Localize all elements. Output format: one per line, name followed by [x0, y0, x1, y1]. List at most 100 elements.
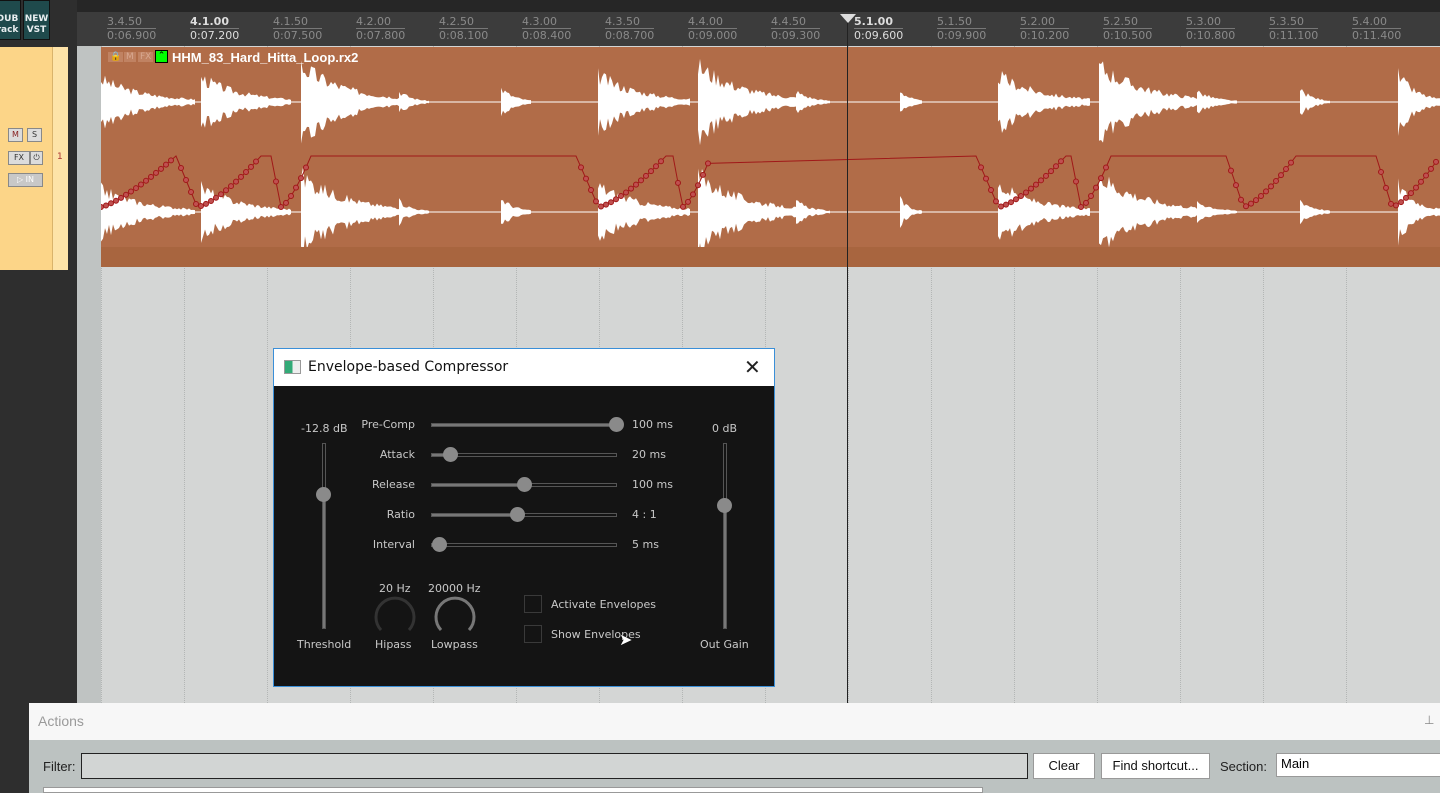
- input-monitor-button[interactable]: ▷ IN: [8, 173, 43, 187]
- new-vst-button[interactable]: NEW VST: [23, 0, 50, 40]
- envelope-point: [298, 175, 304, 182]
- envelope-point: [648, 168, 654, 175]
- envelope-point: [593, 198, 599, 205]
- track-number-column: 1: [52, 47, 68, 270]
- envelope-point: [1413, 184, 1419, 191]
- envelope-point: [178, 165, 184, 171]
- beat-label: 4.1.00: [190, 15, 229, 28]
- envelope-point: [623, 189, 629, 196]
- mute-button[interactable]: M: [8, 128, 23, 142]
- envelope-point: [643, 172, 649, 179]
- envelope-point: [1258, 193, 1264, 200]
- outgain-label: Out Gain: [700, 638, 749, 651]
- activate-envelopes-checkbox[interactable]: [524, 595, 542, 613]
- dialog-title: Envelope-based Compressor: [308, 359, 509, 375]
- envelope-point: [705, 160, 711, 167]
- interval-slider[interactable]: [431, 537, 617, 552]
- lowpass-knob[interactable]: [433, 596, 477, 636]
- solo-button[interactable]: S: [27, 128, 42, 142]
- envelope-point: [695, 182, 701, 189]
- envelope-point: [1393, 202, 1399, 209]
- waveform-peak: [900, 92, 922, 112]
- envelope-point: [218, 191, 224, 198]
- envelope-point: [243, 168, 249, 175]
- envelope-point: [638, 177, 644, 184]
- pre-comp-slider[interactable]: [431, 417, 624, 432]
- item-name: HHM_83_Hard_Hitta_Loop.rx2: [172, 50, 359, 65]
- hipass-knob[interactable]: [373, 596, 417, 636]
- envelope-point: [1058, 158, 1064, 165]
- attack-slider[interactable]: [431, 447, 617, 462]
- filter-input[interactable]: [81, 753, 1028, 779]
- beat-label: 5.4.00: [1352, 15, 1387, 28]
- envelope-point: [238, 173, 244, 180]
- clear-button[interactable]: Clear: [1033, 753, 1095, 779]
- envelope-point: [1283, 166, 1289, 173]
- envelope-point: [1083, 199, 1089, 206]
- waveform-peak: [399, 91, 429, 113]
- fx-button[interactable]: FX: [8, 151, 30, 165]
- media-item[interactable]: [98, 47, 1440, 267]
- item-fx-badge[interactable]: FX: [138, 52, 154, 62]
- hipass-label: Hipass: [375, 638, 412, 651]
- envelope-point: [1388, 200, 1394, 207]
- envelope-point: [118, 194, 124, 201]
- envelope-point: [998, 203, 1004, 210]
- waveform-peak: [1398, 67, 1440, 137]
- beat-label: 4.4.50: [771, 15, 806, 28]
- lowpass-label: Lowpass: [431, 638, 478, 651]
- envelope-point: [1093, 184, 1099, 191]
- envelope-point: [978, 164, 984, 171]
- envelope-point: [1038, 177, 1044, 184]
- time-label: 0:06.900: [107, 28, 157, 42]
- actions-list[interactable]: [43, 787, 983, 793]
- envelope-point: [603, 201, 609, 208]
- show-envelopes-checkbox[interactable]: [524, 625, 542, 643]
- lowpass-value: 20000 Hz: [428, 582, 481, 595]
- section-select[interactable]: Main: [1276, 753, 1440, 777]
- in-label: IN: [25, 175, 35, 184]
- envelope-point: [1003, 201, 1009, 208]
- timeline-ruler[interactable]: 3.4.50 0:06.900 4.1.00 0:07.200 4.1.50 0:07.5…: [77, 12, 1440, 46]
- envelope-point: [248, 163, 254, 170]
- slider-value: 20 ms: [632, 448, 666, 461]
- time-label: 0:07.800: [356, 28, 406, 42]
- beat-label: 4.4.00: [688, 15, 723, 28]
- envelope-point: [1398, 199, 1404, 206]
- envelope-point: [163, 161, 169, 168]
- envelope-point: [223, 187, 229, 194]
- envelope-point: [213, 194, 219, 201]
- beat-label: 4.2.00: [356, 15, 391, 28]
- pin-icon[interactable]: ⊥: [1424, 713, 1434, 727]
- beat-label: 4.2.50: [439, 15, 474, 28]
- waveform-peak: [598, 183, 690, 241]
- threshold-slider[interactable]: [316, 443, 331, 629]
- ruler-tick: 5.2.00 0:10.200: [1017, 15, 1070, 42]
- beat-label: 5.2.50: [1103, 15, 1138, 28]
- activate-envelopes-label[interactable]: Activate Envelopes: [551, 598, 656, 611]
- outgain-slider[interactable]: [717, 443, 732, 629]
- dub-track-button[interactable]: DUB rack: [0, 0, 21, 40]
- envelope-point: [983, 175, 989, 182]
- mouse-cursor-icon: ➤: [619, 630, 633, 649]
- envelope-point: [1253, 197, 1259, 204]
- beat-label: 5.3.00: [1186, 15, 1221, 28]
- item-mute-badge[interactable]: M: [124, 52, 136, 62]
- time-label: 0:07.200: [190, 28, 240, 42]
- lock-icon[interactable]: 🔒: [108, 52, 124, 62]
- envelope-point: [1018, 193, 1024, 200]
- time-label: 0:08.700: [605, 28, 655, 42]
- compressor-dialog: Envelope-based Compressor ✕ -12.8 dB Thr…: [273, 348, 775, 687]
- ruler-tick: 4.2.00 0:07.800: [353, 15, 406, 42]
- playhead[interactable]: [847, 14, 848, 703]
- close-icon[interactable]: ✕: [744, 349, 761, 386]
- waveform-peak: [1197, 200, 1237, 224]
- power-icon[interactable]: ⏻: [30, 151, 43, 165]
- envelope-icon[interactable]: ⌃: [155, 50, 168, 63]
- dialog-title-bar[interactable]: Envelope-based Compressor ✕: [274, 349, 774, 386]
- dub-label: DUB rack: [0, 14, 19, 35]
- release-slider[interactable]: [431, 477, 617, 492]
- playhead-marker-icon[interactable]: [840, 14, 856, 23]
- ratio-slider[interactable]: [431, 507, 617, 522]
- find-shortcut-button[interactable]: Find shortcut...: [1101, 753, 1210, 779]
